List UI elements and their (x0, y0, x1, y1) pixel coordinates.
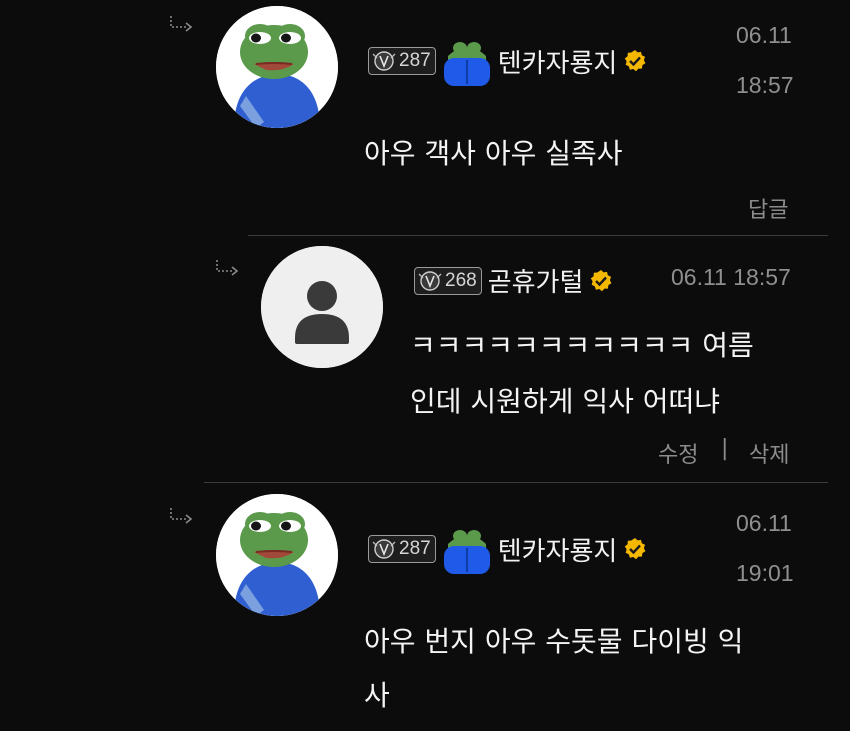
comment-body: 아우 객사 아우 실족사 (364, 137, 623, 170)
frog-avatar-icon (216, 6, 338, 128)
divider (248, 235, 828, 236)
avatar[interactable] (261, 246, 383, 368)
frog-avatar-icon (216, 494, 338, 616)
comment-date: 06.11 (736, 510, 792, 536)
reply-arrow-icon (170, 508, 193, 524)
reply-arrow-icon (216, 260, 239, 276)
reply-arrow-icon (170, 16, 193, 32)
verified-check-icon (625, 50, 646, 72)
level-badge: 268 (414, 266, 482, 295)
comment-date: 06.11 (736, 22, 792, 48)
comment-time: 18:57 (736, 72, 794, 98)
level-badge-icon (372, 51, 396, 71)
delete-button[interactable]: 삭제 (749, 437, 789, 469)
nickname[interactable]: 곧휴가털 (488, 262, 584, 299)
frog-character-icon (443, 42, 490, 86)
avatar[interactable] (216, 6, 338, 128)
comment-meta: 287 텐카자룡지 (368, 524, 647, 574)
frog-character-icon (443, 530, 490, 574)
level-badge: 287 (368, 47, 436, 75)
comment-meta: 287 텐카자룡지 (368, 36, 647, 86)
comment-body-line-1: 아우 번지 아우 수돗물 다이빙 익 (364, 625, 744, 658)
comment-time: 19:01 (736, 560, 794, 586)
comment-body-line-2: 사 (364, 679, 390, 712)
comment-datetime: 06.11 18:57 (671, 264, 791, 290)
nickname[interactable]: 텐카자룡지 (498, 43, 618, 80)
action-separator: | (721, 436, 729, 461)
nickname[interactable]: 텐카자룡지 (498, 531, 618, 568)
avatar[interactable] (216, 494, 338, 616)
level-badge-icon (372, 539, 396, 559)
default-user-icon (261, 246, 383, 368)
divider (204, 482, 828, 483)
level-number: 268 (445, 269, 477, 291)
level-badge: 287 (368, 535, 436, 563)
comment-body-line-2: 인데 시원하게 익사 어떠냐 (410, 385, 721, 418)
reply-button[interactable]: 답글 (748, 192, 788, 224)
level-badge-icon (418, 270, 442, 291)
verified-check-icon (625, 538, 646, 560)
verified-check-icon (591, 269, 612, 291)
level-number: 287 (399, 538, 431, 559)
level-number: 287 (399, 50, 431, 71)
edit-button[interactable]: 수정 (658, 437, 698, 469)
comment-meta: 268 곧휴가털 (414, 262, 613, 299)
comment-body-line-1: ㅋㅋㅋㅋㅋㅋㅋㅋㅋㅋㅋ 여름 (410, 329, 754, 362)
